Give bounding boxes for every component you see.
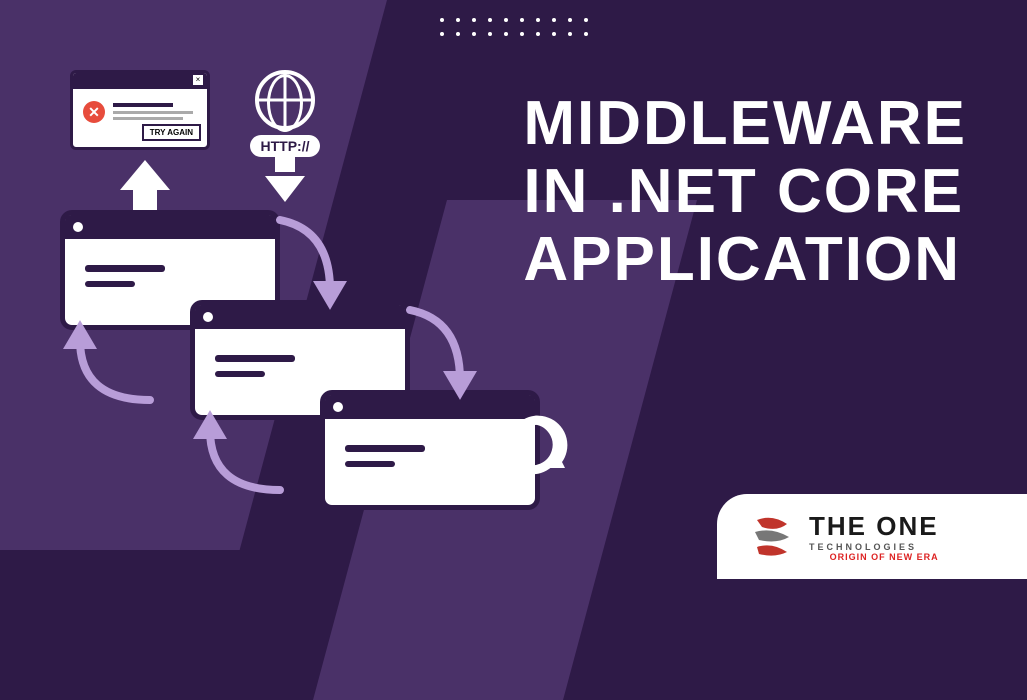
arrow-up-icon <box>120 160 170 210</box>
main-title: MIDDLEWARE IN .NET CORE APPLICATION <box>523 90 967 295</box>
decorative-dot-grid <box>440 18 588 36</box>
logo-main-text: THE ONE <box>809 511 939 542</box>
http-globe: HTTP:// <box>240 70 330 180</box>
title-line-3: APPLICATION <box>523 226 967 294</box>
title-line-1: MIDDLEWARE <box>523 90 967 158</box>
arrow-down-icon <box>265 176 305 202</box>
try-again-button: TRY AGAIN <box>142 124 201 141</box>
title-line-2: IN .NET CORE <box>523 158 967 226</box>
error-window: × ✕ TRY AGAIN <box>70 70 210 150</box>
logo-tagline: ORIGIN OF NEW ERA <box>809 552 939 562</box>
refresh-icon <box>500 410 570 480</box>
http-badge: HTTP:// <box>250 135 320 157</box>
logo-sub-text: TECHNOLOGIES <box>809 542 939 552</box>
flow-arrow-return-1 <box>50 320 170 420</box>
error-icon: ✕ <box>83 101 105 123</box>
flow-arrow-return-2 <box>180 410 300 510</box>
flow-arrow-2 <box>390 300 490 410</box>
close-icon: × <box>193 75 203 85</box>
company-logo-panel: THE ONE TECHNOLOGIES ORIGIN OF NEW ERA <box>717 494 1027 579</box>
middleware-illustration: × ✕ TRY AGAIN HTTP:// <box>60 60 560 520</box>
flow-arrow-1 <box>260 210 360 320</box>
logo-icon <box>747 512 797 562</box>
